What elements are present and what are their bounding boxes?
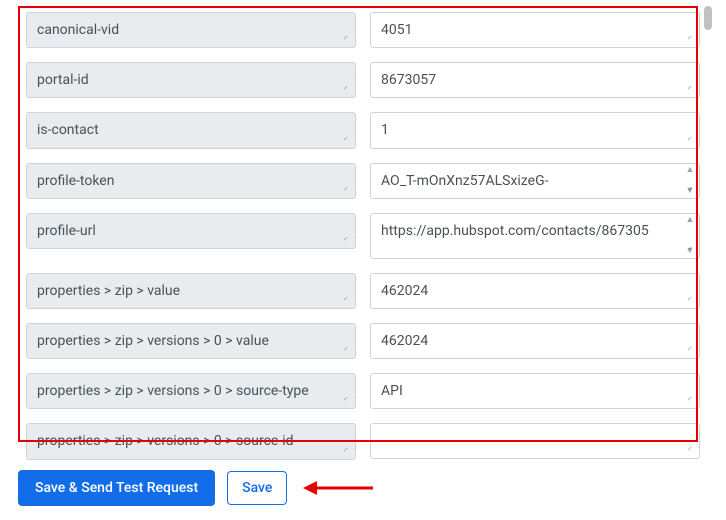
key-text: properties > zip > versions > 0 > source… xyxy=(37,433,294,449)
key-input[interactable]: properties > zip > versions > 0 > source… xyxy=(26,423,356,459)
value-textarea[interactable]: AO_T-mOnXnz57ALSxizeG- ▲ ▼ xyxy=(370,163,700,199)
resize-handle-icon[interactable] xyxy=(688,397,698,407)
key-input[interactable]: profile-url xyxy=(26,213,356,249)
resize-handle-icon[interactable] xyxy=(344,297,354,307)
scroll-up-icon[interactable]: ▲ xyxy=(683,166,697,175)
table-row: canonical-vid 4051 xyxy=(26,12,700,48)
resize-handle-icon[interactable] xyxy=(688,247,698,257)
resize-handle-icon[interactable] xyxy=(688,86,698,96)
value-text: https://app.hubspot.com/contacts/867305 xyxy=(381,223,649,239)
table-row: portal-id 8673057 xyxy=(26,62,700,98)
value-input[interactable]: 462024 xyxy=(370,273,700,309)
table-row: properties > zip > versions > 0 > value … xyxy=(26,323,700,359)
key-text: canonical-vid xyxy=(37,22,119,38)
value-text: 4051 xyxy=(381,22,412,38)
key-input[interactable]: properties > zip > versions > 0 > value xyxy=(26,323,356,359)
scroll-up-icon[interactable]: ▲ xyxy=(683,216,697,225)
table-row: properties > zip > versions > 0 > source… xyxy=(26,373,700,409)
value-text: 1 xyxy=(381,122,389,138)
table-row: profile-token AO_T-mOnXnz57ALSxizeG- ▲ ▼ xyxy=(26,163,700,199)
resize-handle-icon[interactable] xyxy=(688,137,698,147)
button-label: Save xyxy=(242,480,272,496)
key-text: properties > zip > versions > 0 > value xyxy=(37,333,269,349)
arrow-annotation xyxy=(303,478,373,498)
resize-handle-icon[interactable] xyxy=(688,297,698,307)
value-input[interactable] xyxy=(370,423,700,459)
resize-handle-icon[interactable] xyxy=(344,86,354,96)
key-text: profile-token xyxy=(37,173,114,189)
table-row: properties > zip > versions > 0 > source… xyxy=(26,423,700,459)
key-text: profile-url xyxy=(37,223,96,239)
form-container: canonical-vid 4051 portal-id 8 xyxy=(0,0,726,520)
value-input[interactable]: API xyxy=(370,373,700,409)
value-text: AO_T-mOnXnz57ALSxizeG- xyxy=(381,173,548,189)
value-text: API xyxy=(381,383,403,399)
key-text: properties > zip > versions > 0 > source… xyxy=(37,383,309,399)
save-send-test-button[interactable]: Save & Send Test Request xyxy=(18,470,215,506)
key-input[interactable]: portal-id xyxy=(26,62,356,98)
resize-handle-icon[interactable] xyxy=(344,137,354,147)
resize-handle-icon[interactable] xyxy=(688,36,698,46)
resize-handle-icon[interactable] xyxy=(344,347,354,357)
resize-handle-icon[interactable] xyxy=(344,36,354,46)
key-input[interactable]: properties > zip > value xyxy=(26,273,356,309)
table-row: is-contact 1 xyxy=(26,112,700,148)
key-input[interactable]: canonical-vid xyxy=(26,12,356,48)
key-input[interactable]: properties > zip > versions > 0 > source… xyxy=(26,373,356,409)
value-text: 462024 xyxy=(381,283,428,299)
resize-handle-icon[interactable] xyxy=(688,447,698,457)
scrollbar-thumb[interactable] xyxy=(704,6,712,30)
key-input[interactable]: is-contact xyxy=(26,112,356,148)
value-text: 462024 xyxy=(381,333,428,349)
scrollbar-track[interactable] xyxy=(704,6,712,442)
value-input[interactable]: 1 xyxy=(370,112,700,148)
resize-handle-icon[interactable] xyxy=(344,448,354,458)
resize-handle-icon[interactable] xyxy=(344,237,354,247)
save-button[interactable]: Save xyxy=(227,471,287,505)
arrow-shaft xyxy=(315,486,373,489)
value-text: 8673057 xyxy=(381,72,436,88)
resize-handle-icon[interactable] xyxy=(688,187,698,197)
key-text: is-contact xyxy=(37,122,99,138)
table-row: properties > zip > value 462024 xyxy=(26,273,700,309)
resize-handle-icon[interactable] xyxy=(344,187,354,197)
button-label: Save & Send Test Request xyxy=(35,480,198,496)
value-input[interactable]: 462024 xyxy=(370,323,700,359)
key-input[interactable]: profile-token xyxy=(26,163,356,199)
value-input[interactable]: 4051 xyxy=(370,12,700,48)
key-value-rows: canonical-vid 4051 portal-id 8 xyxy=(18,6,708,460)
resize-handle-icon[interactable] xyxy=(688,347,698,357)
key-text: portal-id xyxy=(37,72,89,88)
value-input[interactable]: 8673057 xyxy=(370,62,700,98)
key-text: properties > zip > value xyxy=(37,283,180,299)
resize-handle-icon[interactable] xyxy=(344,397,354,407)
value-textarea[interactable]: https://app.hubspot.com/contacts/867305 … xyxy=(370,213,700,259)
table-row: profile-url https://app.hubspot.com/cont… xyxy=(26,213,700,259)
